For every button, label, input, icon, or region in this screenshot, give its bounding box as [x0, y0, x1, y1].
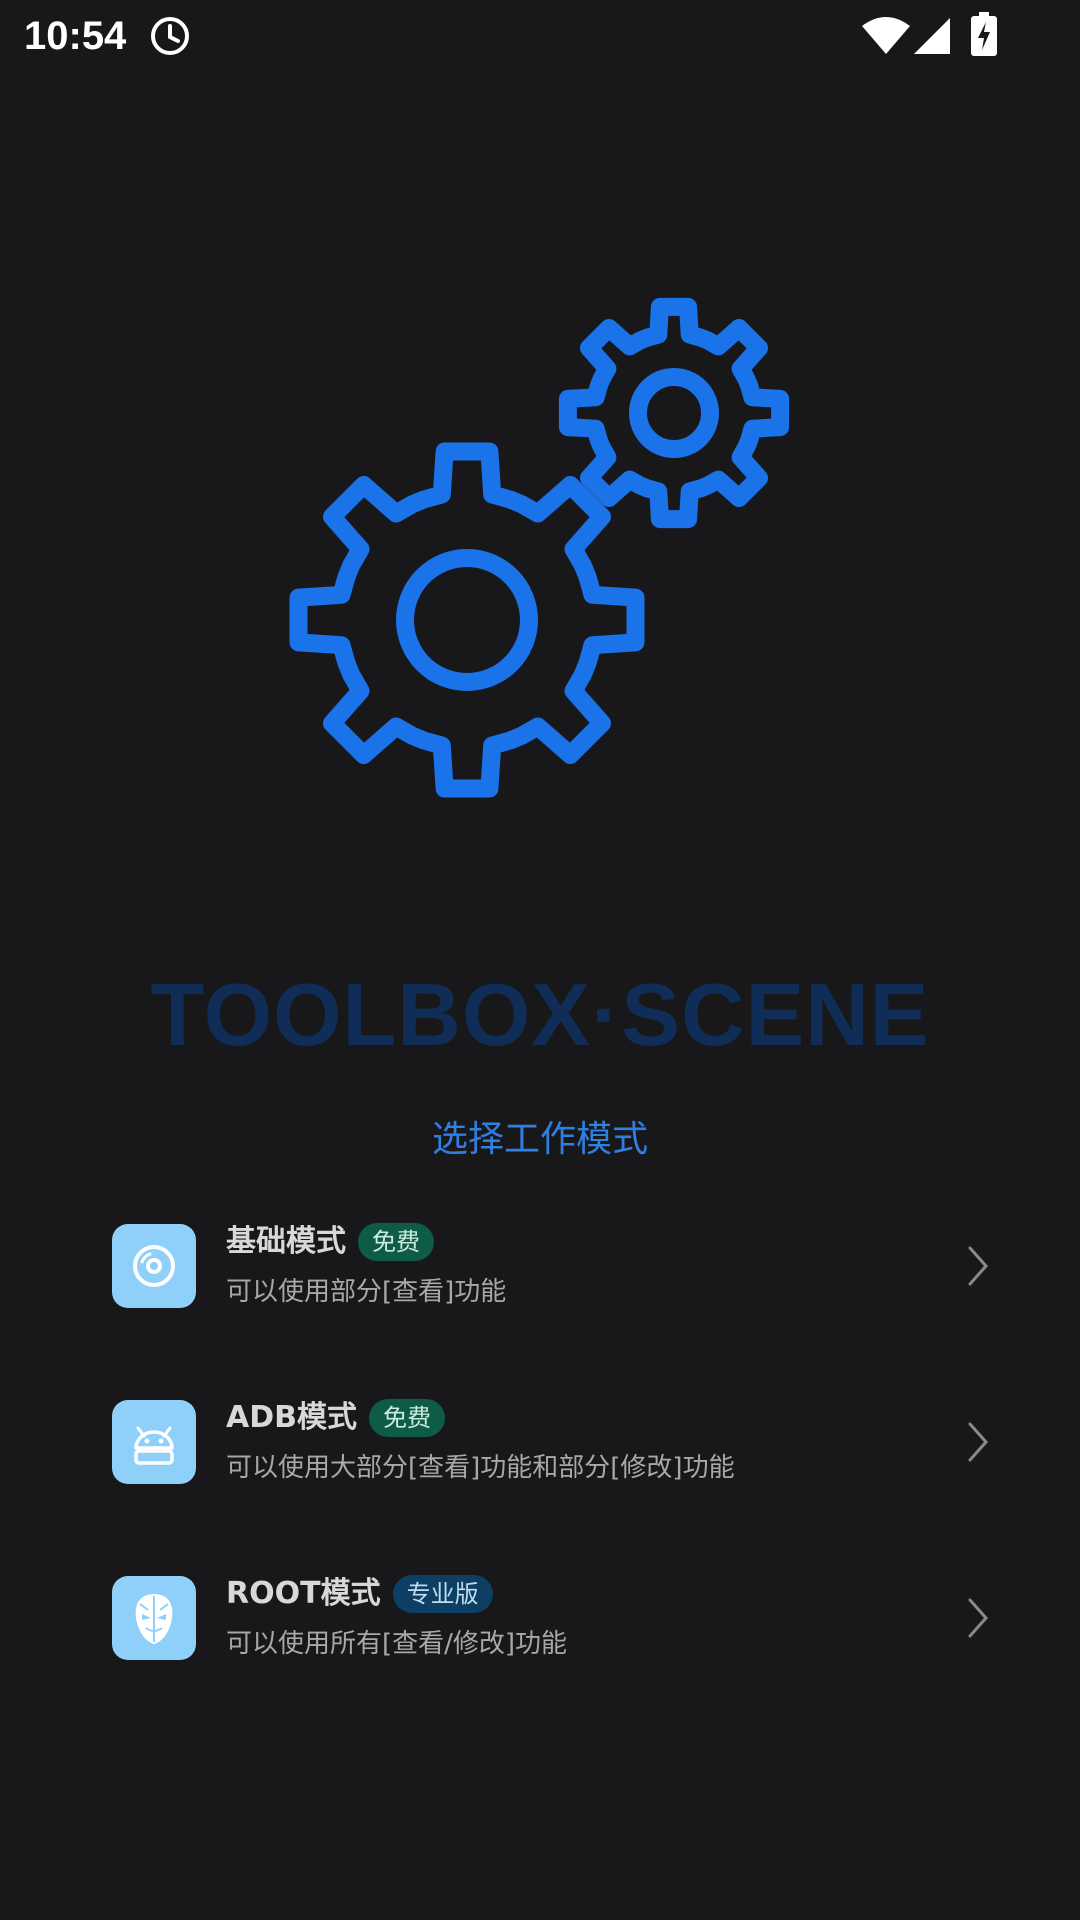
alarm-icon [148, 14, 192, 62]
gears-icon [270, 280, 810, 820]
pro-badge: 专业版 [392, 1575, 493, 1613]
free-badge: 免费 [369, 1399, 445, 1437]
chevron-right-icon [964, 1596, 992, 1644]
free-badge: 免费 [358, 1223, 434, 1261]
battery-charging-icon [970, 12, 998, 60]
mode-description: 可以使用所有[查看/修改]功能 [226, 1629, 568, 1659]
mode-description: 可以使用大部分[查看]功能和部分[修改]功能 [226, 1453, 735, 1483]
mode-item-root[interactable]: ROOT模式 专业版 可以使用所有[查看/修改]功能 [80, 1552, 1000, 1692]
mode-select-heading: 选择工作模式 [431, 1119, 648, 1160]
mode-item-basic[interactable]: 基础模式 免费 可以使用部分[查看]功能 [80, 1200, 1000, 1340]
mode-name: 基础模式 [226, 1224, 346, 1259]
app-title: TOOLBOX·SCENE [150, 965, 930, 1064]
wifi-icon [862, 16, 910, 60]
chevron-right-icon [964, 1244, 992, 1292]
android-icon [112, 1400, 196, 1484]
signal-icon [912, 16, 952, 60]
mode-name: ROOT模式 [226, 1576, 381, 1611]
mask-icon [112, 1576, 196, 1660]
status-time: 10:54 [24, 14, 127, 58]
disc-icon [112, 1224, 196, 1308]
mode-item-adb[interactable]: ADB模式 免费 可以使用大部分[查看]功能和部分[修改]功能 [80, 1376, 1000, 1516]
mode-name: ADB模式 [226, 1400, 357, 1435]
status-bar: 10:54 [0, 0, 1080, 72]
chevron-right-icon [964, 1420, 992, 1468]
mode-description: 可以使用部分[查看]功能 [226, 1277, 507, 1307]
